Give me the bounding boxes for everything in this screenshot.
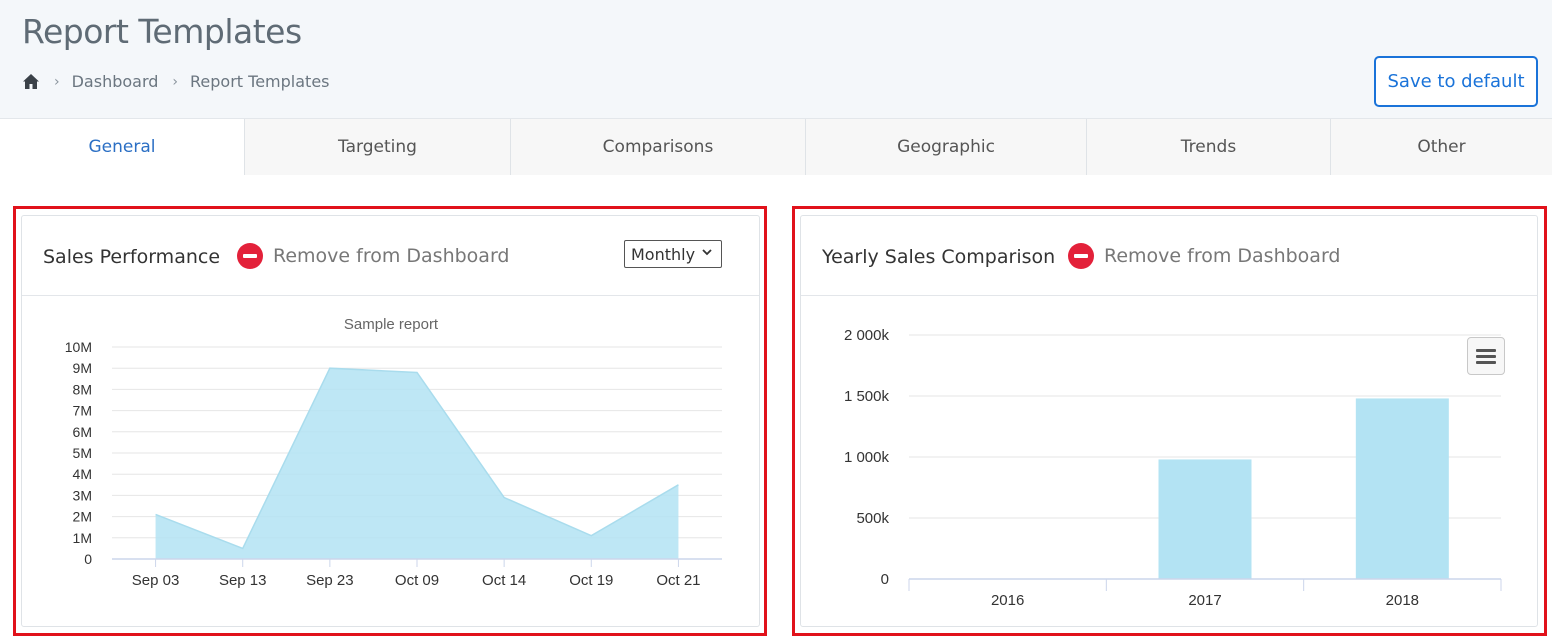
x-tick-label: Sep 03 — [132, 572, 180, 589]
yearly-sales-card: Yearly Sales Comparison Remove from Dash… — [800, 215, 1538, 627]
remove-label: Remove from Dashboard — [1104, 245, 1341, 267]
chevron-right-icon: › — [54, 73, 60, 90]
y-tick-label: 6M — [73, 424, 92, 440]
period-select[interactable]: Monthly — [624, 240, 722, 268]
bar — [1355, 398, 1449, 579]
x-tick-label: Oct 14 — [482, 572, 526, 589]
x-tick-label: Oct 09 — [395, 572, 439, 589]
y-tick-label: 500k — [856, 510, 889, 527]
tab-geographic[interactable]: Geographic — [805, 119, 1086, 175]
period-select-value: Monthly — [631, 244, 696, 264]
x-tick-label: Sep 13 — [219, 572, 267, 589]
tab-bar: General Targeting Comparisons Geographic… — [0, 119, 1552, 175]
tab-comparisons[interactable]: Comparisons — [510, 119, 805, 175]
area-chart: Sample report 0 1M 2M 3M 4M 5M 6M 7M 8M 9M 10M Sep 0… — [65, 316, 722, 589]
y-tick-label: 2 000k — [844, 327, 890, 344]
tab-trends[interactable]: Trends — [1086, 119, 1330, 175]
breadcrumb-item-current: Report Templates — [190, 72, 330, 91]
home-icon[interactable] — [22, 73, 40, 91]
tab-general[interactable]: General — [0, 119, 244, 175]
x-tick-label: 2017 — [1188, 592, 1221, 609]
sales-performance-card: Sales Performance Remove from Dashboard … — [21, 215, 760, 627]
y-tick-label: 1 500k — [844, 388, 890, 405]
sales-chart-area: Sample report 0 1M 2M 3M 4M 5M 6M 7M 8M 9M 10M Sep 0… — [22, 297, 759, 626]
x-tick-label: 2018 — [1386, 592, 1419, 609]
page-title: Report Templates — [22, 12, 302, 51]
chart-menu-button[interactable] — [1467, 337, 1505, 375]
y-tick-label: 4M — [73, 466, 92, 482]
save-to-default-button[interactable]: Save to default — [1374, 56, 1538, 107]
x-tick-label: Sep 23 — [306, 572, 354, 589]
chevron-down-icon — [702, 249, 712, 256]
x-tick-label: Oct 21 — [656, 572, 700, 589]
y-tick-label: 1M — [73, 530, 92, 546]
yearly-chart-area: 0 500k 1 000k 1 500k 2 000k 2016 2017 2018 — [801, 297, 1537, 626]
bar-chart: 0 500k 1 000k 1 500k 2 000k 2016 2017 2018 — [844, 327, 1502, 609]
tab-targeting[interactable]: Targeting — [244, 119, 510, 175]
y-tick-label: 1 000k — [844, 449, 890, 466]
tab-other[interactable]: Other — [1330, 119, 1552, 175]
y-tick-label: 9M — [73, 360, 92, 376]
breadcrumb: › Dashboard › Report Templates — [22, 72, 344, 91]
remove-circle-icon — [237, 243, 263, 269]
card-title: Sales Performance — [43, 246, 221, 268]
breadcrumb-item-dashboard[interactable]: Dashboard — [72, 72, 159, 91]
chevron-right-icon: › — [172, 73, 179, 90]
y-tick-label: 7M — [73, 403, 92, 419]
x-tick-label: 2016 — [991, 592, 1024, 609]
y-tick-label: 0 — [881, 571, 889, 588]
remove-from-dashboard-button[interactable]: Remove from Dashboard — [237, 243, 509, 269]
x-tick-label: Oct 19 — [569, 572, 613, 589]
card-title: Yearly Sales Comparison — [822, 246, 1056, 268]
chart-title: Sample report — [344, 316, 439, 333]
bar — [1158, 459, 1252, 579]
card-header: Sales Performance Remove from Dashboard … — [22, 216, 759, 296]
y-tick-label: 0 — [84, 551, 92, 567]
page-header: Report Templates › Dashboard › Report Te… — [0, 0, 1552, 119]
remove-from-dashboard-button[interactable]: Remove from Dashboard — [1068, 243, 1340, 269]
y-tick-label: 3M — [73, 487, 92, 503]
remove-circle-icon — [1068, 243, 1094, 269]
y-tick-label: 2M — [73, 509, 92, 525]
y-tick-label: 5M — [73, 445, 92, 461]
card-header: Yearly Sales Comparison Remove from Dash… — [801, 216, 1537, 296]
y-tick-label: 8M — [73, 381, 92, 397]
y-tick-label: 10M — [65, 339, 92, 355]
remove-label: Remove from Dashboard — [273, 245, 510, 267]
